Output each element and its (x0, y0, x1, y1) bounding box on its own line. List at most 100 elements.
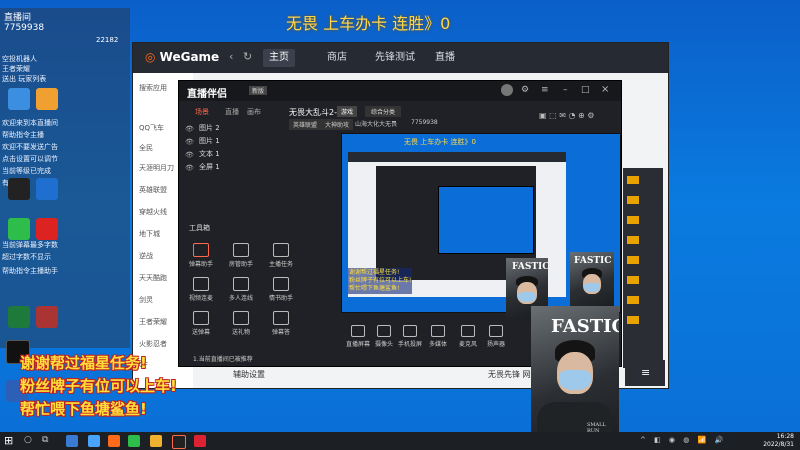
visibility-icons[interactable]: 👁 👁 👁 👁 (185, 123, 194, 175)
camera-icon (377, 325, 391, 337)
tool-label: 送弹幕 (191, 329, 210, 336)
shield-icon[interactable] (36, 178, 58, 200)
taskbar-app-icon[interactable] (88, 435, 100, 447)
game-icon[interactable] (627, 256, 639, 264)
tool-fangguan[interactable]: 房管助手 (221, 243, 261, 268)
sidebar-item[interactable]: 全民 (139, 143, 153, 153)
tray-icons[interactable]: ^ ◧ ◉ ◍ 📶 🔊 (640, 436, 726, 444)
start-icon[interactable]: ⊞ (4, 435, 13, 447)
tool-send-danmu[interactable]: 送弹幕 (181, 311, 221, 336)
sidebar-item[interactable]: 天涯明月刀 (139, 163, 174, 173)
maximize-icon[interactable]: □ (581, 85, 590, 95)
menu-icon[interactable]: ≡ (541, 85, 549, 95)
control-microphone[interactable]: 麦克风 (453, 325, 483, 348)
sidebar-item[interactable]: 王者荣耀 (139, 317, 167, 327)
minimize-icon[interactable]: – (563, 85, 568, 95)
tool-send-gift[interactable]: 送礼物 (221, 311, 261, 336)
tab-scene[interactable]: 场景 (195, 107, 209, 117)
tool-label: 情书助手 (268, 295, 293, 302)
taskbar-app-icon[interactable] (194, 435, 206, 447)
desktop-app-icon[interactable] (36, 218, 58, 240)
game-icon[interactable] (627, 316, 639, 324)
taskbar-app-icon[interactable] (150, 435, 162, 447)
tool-multi-link[interactable]: 多人连线 (221, 277, 261, 302)
clock[interactable]: 16:28 2022/8/31 (763, 433, 794, 449)
sidebar-item[interactable]: 逆战 (139, 251, 153, 261)
sidebar-item[interactable]: 地下城 (139, 229, 160, 239)
tool-letter[interactable]: 情书助手 (261, 277, 301, 302)
desktop-app-icon[interactable] (36, 306, 58, 328)
control-media[interactable]: 多媒体 (423, 325, 453, 348)
live-preview[interactable]: 无畏 上车办卡 连胜》0 谢谢帮过福星任务! 粉丝牌子有位可以上车! 帮忙喂下鱼… (341, 133, 621, 313)
control-phone-cast[interactable]: 手机投屏 (395, 325, 425, 348)
tool-label: 主播任务 (268, 261, 293, 268)
sidebar-item[interactable]: QQ飞车 (139, 123, 164, 133)
chat-line: 帮助指令主播助手 (2, 267, 58, 275)
game-icon[interactable] (627, 296, 639, 304)
tool-danmu[interactable]: 弹幕助手 (181, 243, 221, 268)
wegame-logo-mark: ◎ (145, 50, 160, 64)
desktop-app-icon[interactable] (36, 88, 58, 110)
game-icon[interactable] (627, 276, 639, 284)
nav-live[interactable]: 直播 (429, 49, 461, 67)
side-panel-toggle[interactable]: ≡ (625, 360, 665, 386)
sidebar-item[interactable]: 火影忍者 (139, 339, 167, 349)
wegame-logo: ◎ WeGame (145, 50, 219, 64)
game-icon[interactable] (627, 236, 639, 244)
tool-danmu-answer[interactable]: 弹幕答 (261, 311, 301, 336)
scene-item[interactable]: 图片 2 (199, 123, 220, 133)
sidebar-item[interactable]: 天天酷跑 (139, 273, 167, 283)
search-icon[interactable]: ○ (24, 435, 32, 445)
desktop-app-icon[interactable] (8, 178, 30, 200)
scene-item[interactable]: 全屏 1 (199, 162, 220, 172)
tool-label: 弹幕答 (271, 329, 290, 336)
live-companion-titlebar (179, 81, 621, 101)
sidebar-item[interactable]: 英雄联盟 (139, 185, 167, 195)
nav-store[interactable]: 商店 (321, 49, 353, 67)
control-speaker[interactable]: 扬声器 (481, 325, 511, 348)
tab-live[interactable]: 直播 (225, 107, 239, 117)
taskbar-app-icon[interactable] (66, 435, 78, 447)
status-hint: 1.当前直播间已被推荐 (193, 356, 253, 363)
nav-home[interactable]: 主页 (263, 49, 295, 67)
task-view-icon[interactable]: ⧉ (42, 435, 48, 445)
game-icon[interactable] (627, 216, 639, 224)
webcam-small-logo: FASTIC (512, 262, 548, 272)
preview-chat-line: 谢谢帮过福星任务! (349, 269, 400, 276)
header-action-icons[interactable]: ▣ ⬚ ✉ ◔ ⊕ ⚙ (539, 111, 594, 120)
control-icon (351, 325, 365, 337)
taskbar-app-icon[interactable] (128, 435, 140, 447)
close-icon[interactable]: × (601, 84, 609, 95)
game-icon[interactable] (627, 196, 639, 204)
back-icon[interactable]: ‹ (229, 50, 233, 63)
control-label: 扬声器 (486, 341, 505, 348)
sidebar-item[interactable]: 穿越火线 (139, 207, 167, 217)
webcam-small-mask (518, 292, 536, 302)
preview-chat-line: 帮忙喂下鱼塘鲨鱼! (349, 285, 400, 292)
scene-item[interactable]: 文本 1 (199, 149, 220, 159)
room-tag[interactable]: 游戏 (337, 106, 358, 117)
game-icon[interactable] (627, 176, 639, 184)
avatar[interactable] (501, 84, 513, 96)
tool-label: 多人连线 (228, 295, 253, 302)
wechat-icon[interactable] (8, 218, 30, 240)
live-companion-taskbar-icon[interactable] (172, 435, 186, 449)
nav-pioneer-test[interactable]: 先锋测试 (369, 49, 421, 67)
settings-icon[interactable]: ⚙ (521, 85, 529, 95)
wegame-taskbar-icon[interactable] (108, 435, 120, 447)
tool-label: 房管助手 (228, 261, 253, 268)
webcam-main-mask (559, 370, 591, 390)
excel-icon[interactable] (8, 306, 30, 328)
sidebar-search[interactable]: 搜索应用 (139, 83, 167, 93)
tab-canvas[interactable]: 画布 (247, 107, 261, 117)
clock-date: 2022/8/31 (763, 441, 794, 448)
assist-settings-link[interactable]: 辅助设置 (233, 369, 265, 380)
scene-item[interactable]: 图片 1 (199, 136, 220, 146)
tool-video-link[interactable]: 视频连麦 (181, 277, 221, 302)
webcam-main: FASTIC SMALL RUN (531, 306, 619, 450)
sidebar-item[interactable]: 剑灵 (139, 295, 153, 305)
tool-task[interactable]: 主播任务 (261, 243, 301, 268)
desktop-app-icon[interactable] (8, 88, 30, 110)
refresh-icon[interactable]: ↻ (243, 50, 252, 63)
room-category[interactable]: 综合分类 (365, 106, 402, 117)
